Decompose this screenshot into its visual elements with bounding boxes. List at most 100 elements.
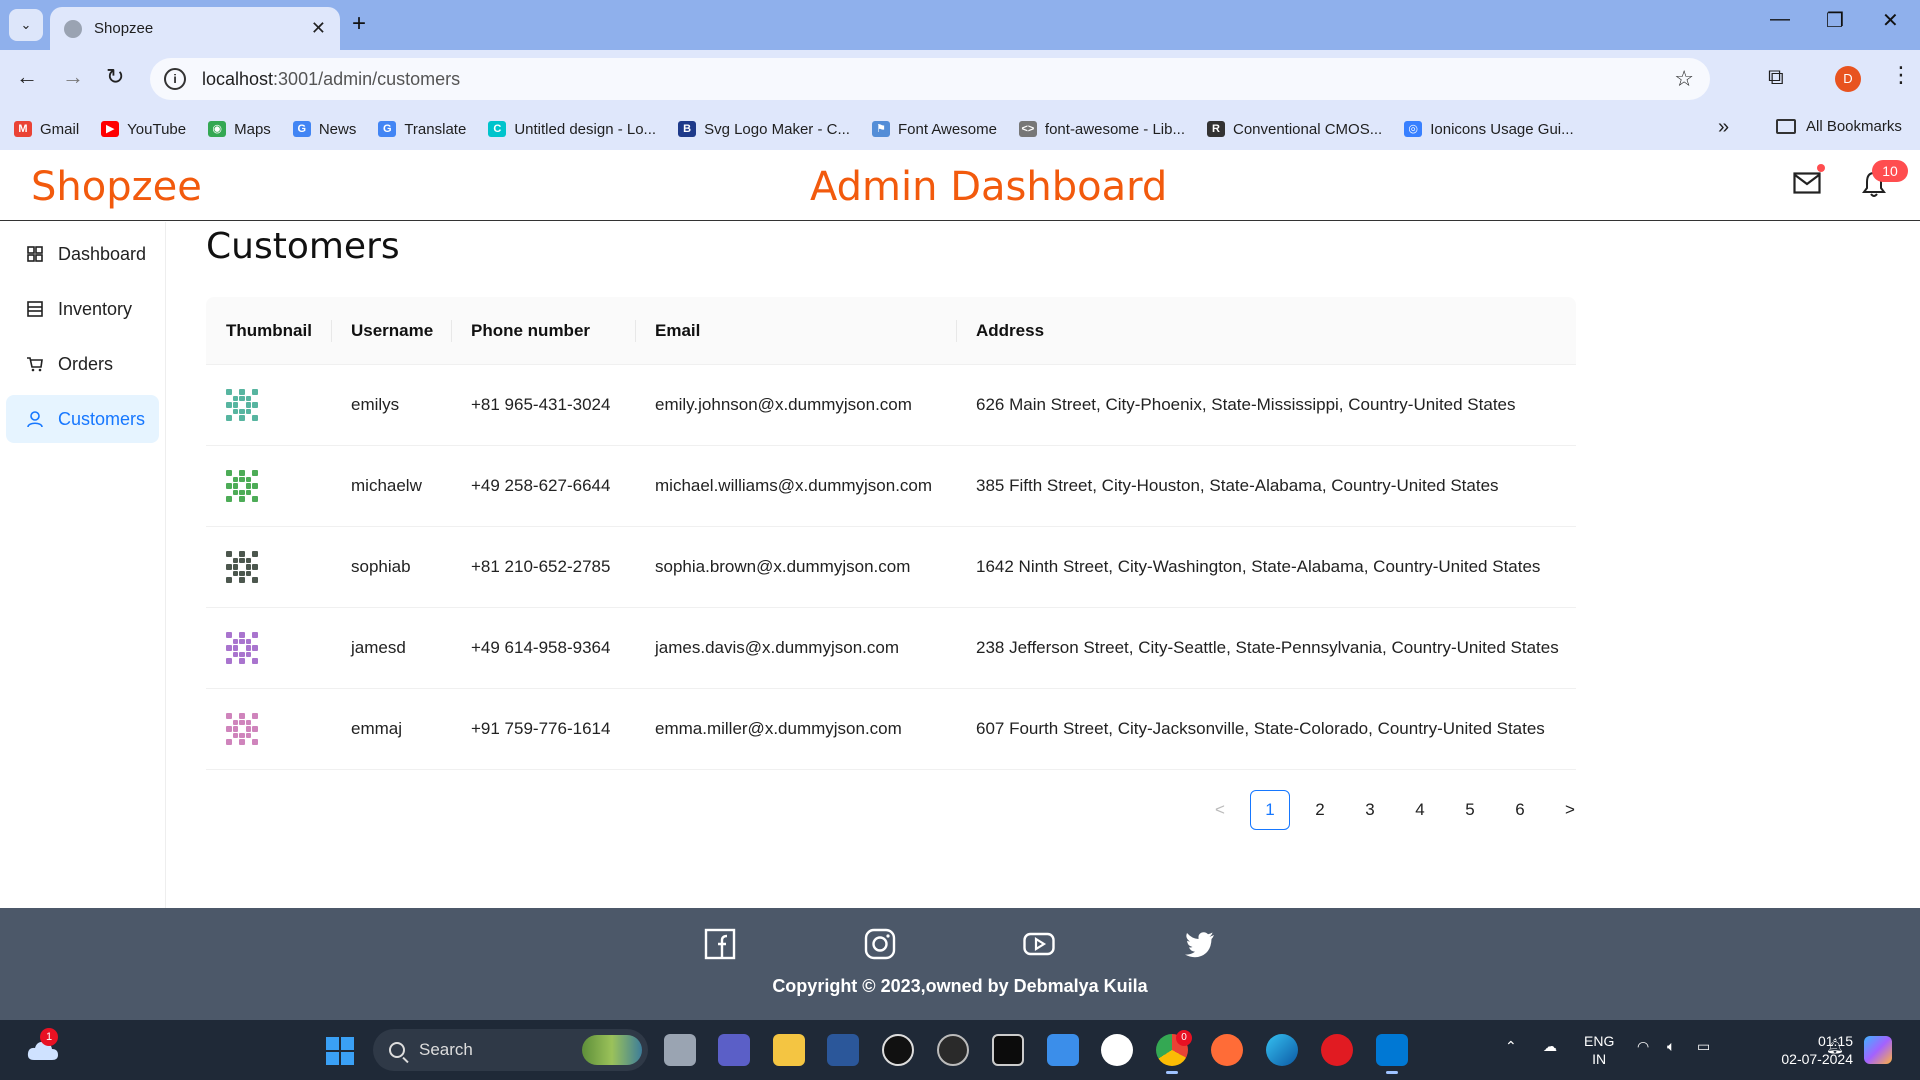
reload-icon[interactable]: ↻ [106,64,124,90]
file-explorer-icon[interactable] [773,1034,805,1066]
bookmark-item[interactable]: B Svg Logo Maker - C... [678,121,850,138]
taskbar-search[interactable]: Search [373,1029,648,1071]
sidebar-item-customers[interactable]: Customers [6,395,159,443]
language-indicator[interactable]: ENG IN [1584,1032,1614,1068]
site-info-icon[interactable]: i [164,68,186,90]
bookmark-label: Conventional CMOS... [1232,120,1383,138]
brand-logo[interactable]: Shopzee [31,164,202,210]
table-row[interactable]: emmaj +91 759-776-1614 emma.miller@x.dummy… [206,689,1576,770]
new-tab-button[interactable]: + [352,10,366,38]
bookmark-item[interactable]: R Conventional CMOS... [1206,120,1383,138]
back-icon[interactable]: ← [16,64,38,90]
table-row[interactable]: michaelw +49 258-627-6644 michael.williams… [206,446,1576,527]
next-page-button[interactable]: > [1550,790,1590,830]
page-2-button[interactable]: 2 [1300,790,1340,830]
word-icon[interactable] [827,1034,859,1066]
notification-bell-icon[interactable]: 🔔︎ [1826,1038,1844,1055]
bookmark-item[interactable]: ◎ Ionicons Usage Gui... [1404,121,1574,138]
sidebar: Dashboard Inventory Orders Customers [0,222,166,908]
bookmark-label: font-awesome - Lib... [1044,120,1185,138]
url-input[interactable]: i localhost:3001/admin/customers ☆ [150,58,1710,100]
start-button[interactable] [326,1037,354,1065]
dell-icon[interactable] [882,1034,914,1066]
mail-icon[interactable] [1793,172,1821,194]
bookmark-favicon-icon: B [678,121,697,137]
opera-icon[interactable] [1321,1034,1353,1066]
sidebar-item-label: Dashboard [58,243,147,264]
sidebar-item-inventory[interactable]: Inventory [6,285,159,333]
address-bar-row: ← → ↻ i localhost:3001/admin/customers ☆ [0,50,1920,108]
page-4-button[interactable]: 4 [1400,790,1440,830]
tab-search-button[interactable]: ⌄ [9,9,43,41]
bookmark-item[interactable]: ◉ Maps [208,121,271,138]
column-header-phone: Phone number [451,297,635,365]
instagram-icon[interactable] [864,928,896,960]
bookmark-star-icon[interactable]: ☆ [1674,66,1694,92]
bookmark-item[interactable]: C Untitled design - Lo... [488,121,656,138]
page-1-button[interactable]: 1 [1250,790,1290,830]
onedrive-icon[interactable]: ☁ [1543,1038,1557,1055]
sidebar-item-label: Orders [58,353,114,374]
bookmark-item[interactable]: ▶ YouTube [101,121,186,138]
folder-icon [1776,119,1796,134]
bookmark-label: Translate [404,120,467,138]
close-window-icon[interactable]: ✕ [1882,8,1899,33]
table-body: emilys +81 965-431-3024 emily.johnson@x.du… [206,365,1576,770]
mail-app-icon[interactable] [1047,1034,1079,1066]
vscode-icon[interactable] [1376,1034,1408,1074]
bookmark-favicon-icon: ⚑ [871,121,890,137]
bookmark-item[interactable]: G Translate [378,121,466,138]
avatar [226,551,258,583]
bookmark-item[interactable]: G News [292,121,356,138]
volume-icon[interactable]: 🔈︎ [1667,1038,1675,1055]
profile-avatar[interactable]: D [1835,66,1861,92]
browser-menu-icon[interactable]: ⋮ [1890,62,1912,88]
prev-page-button[interactable]: < [1200,790,1240,830]
thumbnail-cell [206,713,331,745]
minimize-icon[interactable]: — [1770,8,1790,31]
tray-overflow-icon[interactable]: ⌃ [1505,1038,1517,1055]
browser-tab[interactable]: Shopzee ✕ [50,7,340,50]
page-5-button[interactable]: 5 [1450,790,1490,830]
facebook-icon[interactable] [704,928,736,960]
table-row[interactable]: sophiab +81 210-652-2785 sophia.brown@x.du… [206,527,1576,608]
twitter-icon[interactable] [1184,928,1216,960]
page-3-button[interactable]: 3 [1350,790,1390,830]
mongodb-compass-icon[interactable] [1101,1034,1133,1066]
table-row[interactable]: emilys +81 965-431-3024 emily.johnson@x.du… [206,365,1576,446]
forward-icon[interactable]: → [62,64,84,90]
bookmarks-overflow-icon[interactable]: » [1718,116,1729,139]
avatar [226,470,258,502]
task-view-icon[interactable] [664,1034,696,1066]
page-6-button[interactable]: 6 [1500,790,1540,830]
edge-icon[interactable] [1266,1034,1298,1066]
bookmark-item[interactable]: M Gmail [14,121,79,138]
tab-title: Shopzee [94,20,154,37]
bookmark-favicon-icon: <> [1018,121,1037,137]
phone-cell: +91 759-776-1614 [471,719,611,738]
extensions-icon[interactable]: ⧉ [1768,64,1784,90]
close-tab-icon[interactable]: ✕ [311,18,326,39]
username-cell: michaelw [351,476,422,495]
username-cell: sophiab [351,557,411,576]
media-player-icon[interactable] [937,1034,969,1066]
bookmark-item[interactable]: ⚑ Font Awesome [871,121,997,138]
teams-icon[interactable] [718,1034,750,1066]
search-icon [389,1042,405,1058]
restore-icon[interactable]: ❐ [1826,8,1844,33]
postman-icon[interactable] [1211,1034,1243,1066]
app-header: Shopzee Admin Dashboard 10 [0,150,1920,221]
terminal-icon[interactable] [992,1034,1024,1066]
battery-icon[interactable]: ▭ [1697,1038,1710,1055]
column-header-address: Address [956,297,1576,365]
bookmark-item[interactable]: <> font-awesome - Lib... [1018,120,1185,138]
wifi-icon[interactable]: ◠ [1637,1038,1649,1055]
sidebar-item-orders[interactable]: Orders [6,340,159,388]
youtube-icon[interactable] [1023,928,1055,960]
copilot-icon[interactable] [1864,1036,1892,1064]
table-row[interactable]: jamesd +49 614-958-9364 james.davis@x.dumm… [206,608,1576,689]
all-bookmarks-button[interactable]: All Bookmarks [1776,118,1902,135]
sidebar-item-dashboard[interactable]: Dashboard [6,230,159,278]
phone-cell: +81 210-652-2785 [471,557,611,576]
phone-cell: +81 965-431-3024 [471,395,611,414]
